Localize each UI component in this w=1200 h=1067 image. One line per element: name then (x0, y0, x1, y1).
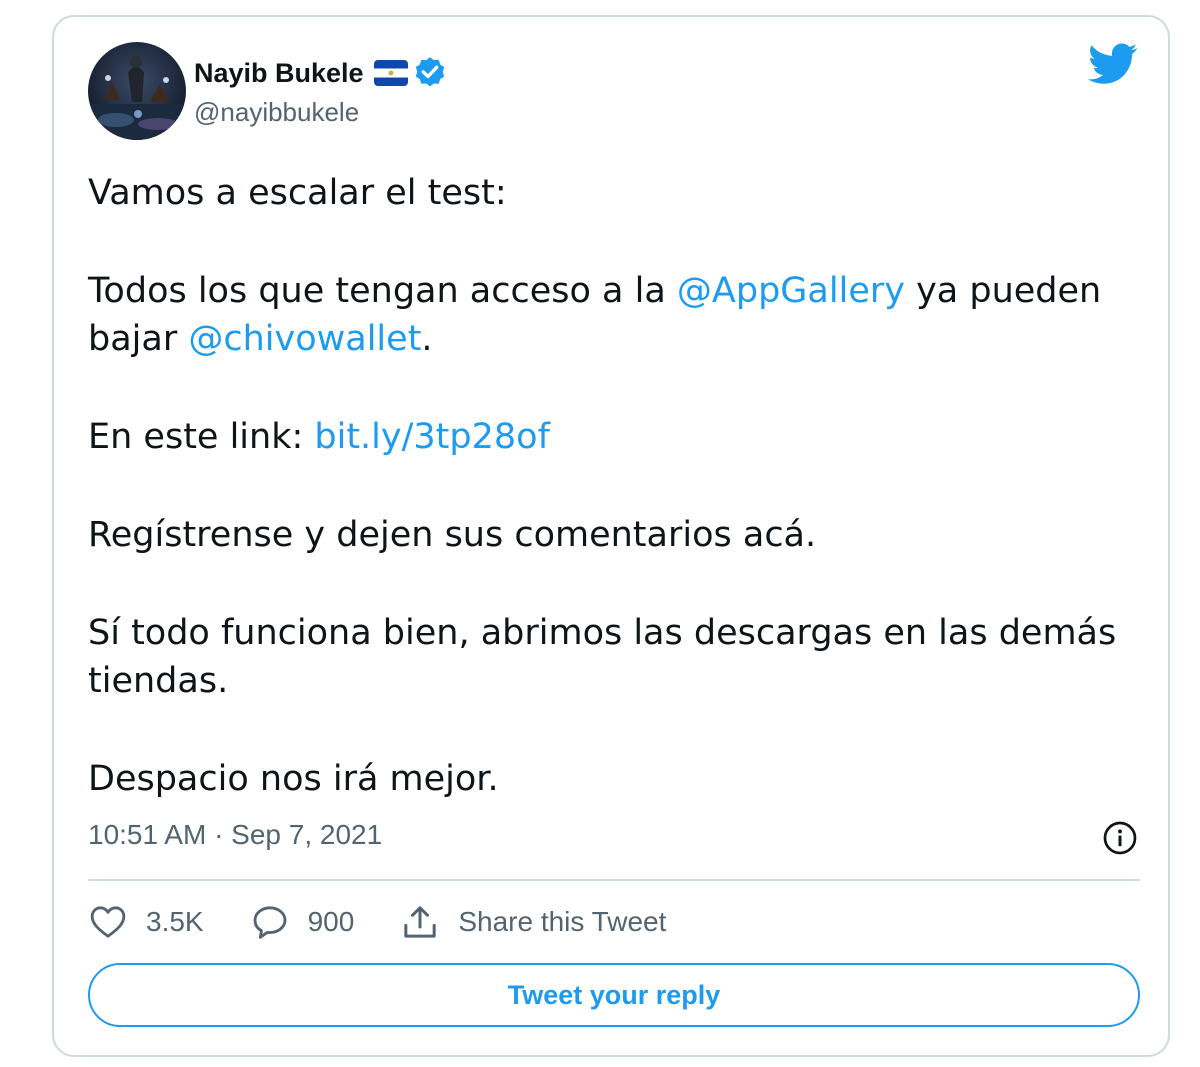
speech-bubble-icon (253, 906, 287, 939)
tweet-card: Nayib Bukele @nayibbukele Vamos a escala… (52, 15, 1170, 1057)
like-count: 3.5K (146, 906, 204, 937)
divider (88, 879, 1140, 881)
tweet-text-line: Despacio nos irá mejor. (88, 759, 499, 799)
share-tweet-label: Share this Tweet (458, 906, 667, 937)
share-tweet-button[interactable]: Share this Tweet (400, 902, 666, 942)
mention-chivowallet-link[interactable]: @chivowallet (188, 319, 421, 359)
tweet-text-line: Sí todo funciona bien, abrimos las desca… (88, 613, 1117, 701)
mention-appgallery-link[interactable]: @AppGallery (677, 271, 905, 311)
heart-icon (90, 906, 126, 938)
tweet-paragraph: Despacio nos irá mejor. (88, 755, 1148, 803)
twitter-bird-icon[interactable] (1088, 43, 1138, 87)
tweet-paragraph: Todos los que tengan acceso a la @AppGal… (88, 267, 1148, 363)
info-icon[interactable] (1102, 820, 1138, 856)
share-icon (404, 906, 436, 938)
author-name-row: Nayib Bukele (194, 55, 448, 91)
tweet-body: Vamos a escalar el test: Todos los que t… (88, 169, 1148, 803)
tweet-paragraph: En este link: bit.ly/3tp28of (88, 413, 1148, 461)
author-display-name[interactable]: Nayib Bukele (194, 58, 364, 89)
verified-badge-icon (412, 55, 448, 91)
tweet-paragraph: Regístrense y dejen sus comentarios acá. (88, 511, 1148, 559)
tweet-your-reply-button[interactable]: Tweet your reply (88, 963, 1140, 1027)
reply-button[interactable]: 900 (250, 902, 355, 942)
tweet-text-segment: En este link: (88, 417, 315, 457)
el-salvador-flag-icon (373, 60, 408, 86)
like-button[interactable]: 3.5K (88, 902, 204, 942)
tweet-timestamp[interactable]: 10:51 AM · Sep 7, 2021 (88, 819, 382, 851)
short-url-link[interactable]: bit.ly/3tp28of (314, 417, 550, 457)
tweet-text-segment: Todos los que tengan acceso a la (88, 271, 677, 311)
reply-count: 900 (307, 906, 355, 937)
tweet-text-segment: . (421, 319, 433, 359)
tweet-paragraph: Vamos a escalar el test: (88, 169, 1148, 217)
tweet-text-line: Vamos a escalar el test: (88, 173, 507, 213)
avatar-image (88, 42, 186, 140)
tweet-paragraph: Sí todo funciona bien, abrimos las desca… (88, 609, 1148, 705)
author-handle[interactable]: @nayibbukele (194, 97, 359, 128)
tweet-text-line: Regístrense y dejen sus comentarios acá. (88, 515, 817, 555)
tweet-actions-bar: 3.5K 900 Share this Tweet (88, 897, 712, 947)
avatar[interactable] (88, 42, 186, 140)
